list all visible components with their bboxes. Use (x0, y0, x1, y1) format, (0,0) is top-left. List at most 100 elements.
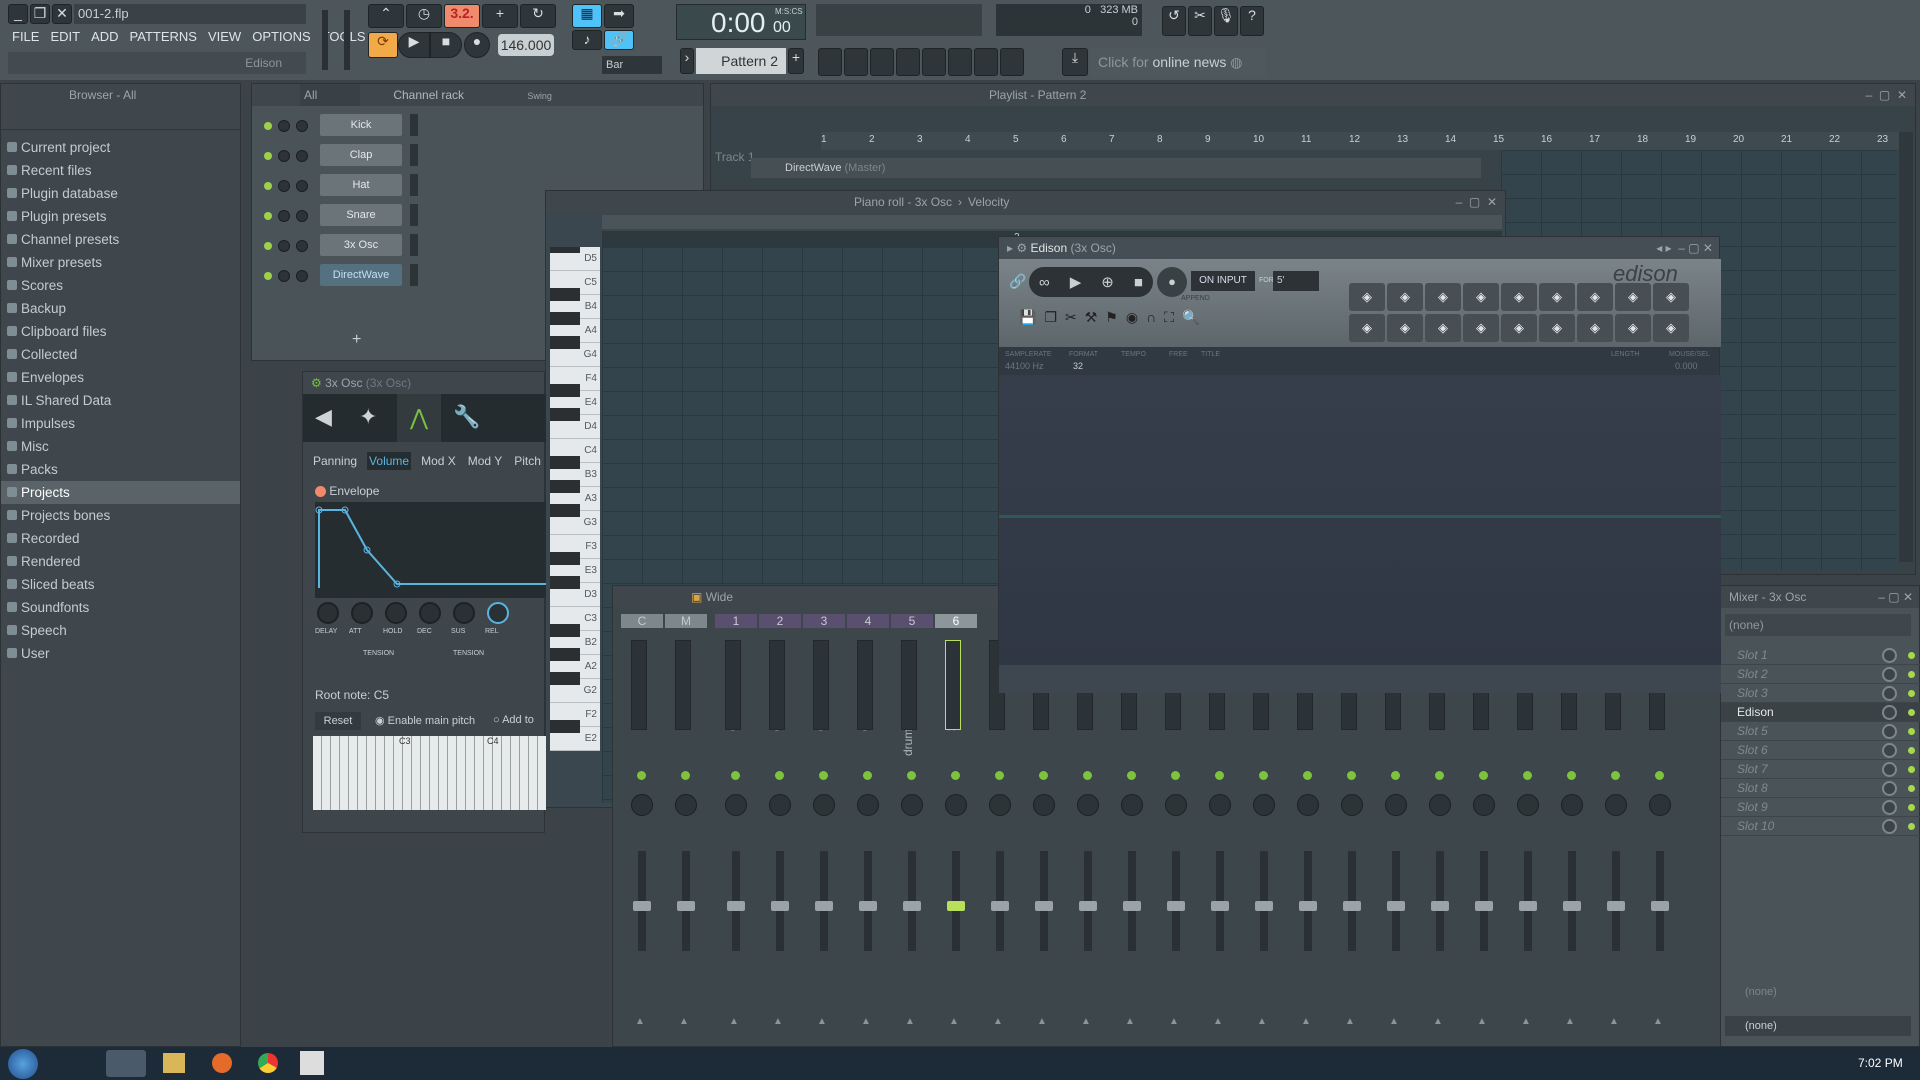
start-button[interactable] (8, 1049, 38, 1079)
track-enable-led[interactable] (1611, 771, 1620, 780)
fader-handle[interactable] (677, 901, 695, 911)
mute-led[interactable] (264, 242, 272, 250)
send-arrow-icon[interactable]: ▲ (1213, 1016, 1223, 1027)
pan-knob[interactable] (769, 794, 791, 816)
envelope-toggle[interactable]: Envelope (315, 484, 379, 498)
send-arrow-icon[interactable]: ▲ (1433, 1016, 1443, 1027)
mix-knob[interactable] (1882, 743, 1897, 758)
mixer-track[interactable]: ▲ (1595, 636, 1637, 1066)
reel-icon[interactable]: ⊕ (1101, 273, 1114, 291)
browser-shortcut-icon[interactable] (922, 48, 946, 76)
browser-item[interactable]: Channel presets (1, 228, 240, 251)
fader-handle[interactable] (1475, 901, 1493, 911)
fade-icon[interactable]: ◈ (1425, 283, 1461, 311)
waveform-display[interactable] (999, 375, 1721, 665)
pan-knob[interactable] (1121, 794, 1143, 816)
send-arrow-icon[interactable]: ▲ (773, 1016, 783, 1027)
fader-handle[interactable] (1255, 901, 1273, 911)
fader-handle[interactable] (1211, 901, 1229, 911)
stop-button[interactable]: ■ (430, 32, 462, 58)
metronome-icon[interactable]: ⌃ (368, 4, 404, 28)
time-display[interactable]: 0:00 00 M:S:CS (676, 4, 806, 40)
noise-icon[interactable]: ◉ (1126, 309, 1138, 326)
piano-key[interactable]: G2 (550, 672, 600, 703)
master-pitch-slider[interactable] (344, 10, 350, 70)
fader-handle[interactable] (1343, 901, 1361, 911)
fader-handle[interactable] (727, 901, 745, 911)
track-enable-led[interactable] (1655, 771, 1664, 780)
send-arrow-icon[interactable]: ▲ (1345, 1016, 1355, 1027)
record-mode-select[interactable]: ON INPUT (1191, 271, 1255, 291)
slot-enable-led[interactable] (1908, 671, 1915, 678)
drag-icon[interactable]: ◈ (1653, 314, 1689, 342)
tab-mod-y[interactable]: Mod Y (466, 452, 504, 470)
pan-knob[interactable] (989, 794, 1011, 816)
mixer-shortcut-icon[interactable] (896, 48, 920, 76)
window-controls[interactable]: – ▢ ✕ (1878, 586, 1913, 608)
plugin-tab-icon[interactable]: ◀ (315, 404, 332, 430)
browser-item[interactable]: Misc (1, 435, 240, 458)
run-icon[interactable]: ◈ (1463, 283, 1499, 311)
send-arrow-icon[interactable]: ▲ (1653, 1016, 1663, 1027)
piano-roll-shortcut-icon[interactable] (844, 48, 868, 76)
slot-enable-led[interactable] (1908, 804, 1915, 811)
loop-record-icon[interactable]: ↻ (520, 4, 556, 28)
send-arrow-icon[interactable]: ▲ (1081, 1016, 1091, 1027)
fader-handle[interactable] (1607, 901, 1625, 911)
black-key[interactable] (550, 247, 580, 253)
pan-knob[interactable] (1165, 794, 1187, 816)
black-key[interactable] (550, 456, 580, 469)
pan-knob[interactable] (1605, 794, 1627, 816)
pan-knob[interactable] (1429, 794, 1451, 816)
fader-handle[interactable] (1651, 901, 1669, 911)
tab-panning[interactable]: Panning (311, 452, 359, 470)
dec-knob[interactable] (419, 602, 441, 624)
envelope-graph[interactable] (315, 502, 546, 598)
pan-knob[interactable] (278, 150, 290, 162)
mixer-track[interactable]: ▲ (1375, 636, 1417, 1066)
loop-icon[interactable]: ∞ (1039, 274, 1050, 291)
black-key[interactable] (550, 336, 580, 349)
play-button[interactable]: ▶ (398, 32, 430, 58)
slot-enable-led[interactable] (1908, 728, 1915, 735)
mix-knob[interactable] (1882, 762, 1897, 777)
online-news-link[interactable]: Click for online news ◍ (1090, 48, 1266, 76)
edison-scrollbar[interactable] (999, 665, 1721, 693)
fader-handle[interactable] (1563, 901, 1581, 911)
explorer-taskbar-icon[interactable] (163, 1053, 185, 1073)
effect-slot[interactable]: Slot 7 (1721, 760, 1920, 779)
mic-icon[interactable]: 🎙 (1214, 6, 1238, 36)
black-key[interactable] (550, 552, 580, 565)
att-knob[interactable] (351, 602, 373, 624)
window-controls[interactable]: – ▢ ✕ (1866, 84, 1907, 106)
envelope-icon[interactable]: ◈ (1501, 283, 1537, 311)
edit-shortcut-icon[interactable] (1000, 48, 1024, 76)
normalize-icon[interactable]: ◈ (1387, 283, 1423, 311)
typing-keyboard-icon[interactable]: ▦ (572, 4, 602, 28)
mix-knob[interactable] (1882, 648, 1897, 663)
input-select[interactable]: (none) (1725, 614, 1911, 636)
eq-icon[interactable]: ◈ (1387, 314, 1423, 342)
black-key[interactable] (550, 384, 580, 397)
mix-knob[interactable] (1882, 686, 1897, 701)
slot-enable-led[interactable] (1908, 652, 1915, 659)
tempo-field[interactable]: 146.000 (498, 34, 554, 56)
step-seq-shortcut-icon[interactable] (974, 48, 998, 76)
brush-icon[interactable]: ◈ (1539, 314, 1575, 342)
send-arrow-icon[interactable]: ▲ (993, 1016, 1003, 1027)
channel-row[interactable]: Clap (260, 144, 420, 168)
piano-key[interactable]: D5 (550, 247, 600, 271)
track-enable-led[interactable] (1171, 771, 1180, 780)
browser-item[interactable]: Sliced beats (1, 573, 240, 596)
arrow-icon[interactable]: ➡ (604, 4, 634, 28)
playlist-timeline[interactable]: 1 2 3 4 5 6 7 8 9 10 11 12 13 14 15 16 17 18 19 20 21 22 23 (821, 132, 1901, 150)
track-enable-led[interactable] (907, 771, 916, 780)
fl-studio-taskbar-icon[interactable] (106, 1050, 146, 1077)
track-enable-led[interactable] (1039, 771, 1048, 780)
playlist-shortcut-icon[interactable] (818, 48, 842, 76)
mix-knob[interactable] (1882, 781, 1897, 796)
mixer-track[interactable]: ▲ (979, 636, 1021, 1066)
export-icon[interactable]: ◈ (1615, 314, 1651, 342)
browser-item[interactable]: Recorded (1, 527, 240, 550)
mixer-track[interactable]: 2drums▲ (759, 614, 801, 1066)
